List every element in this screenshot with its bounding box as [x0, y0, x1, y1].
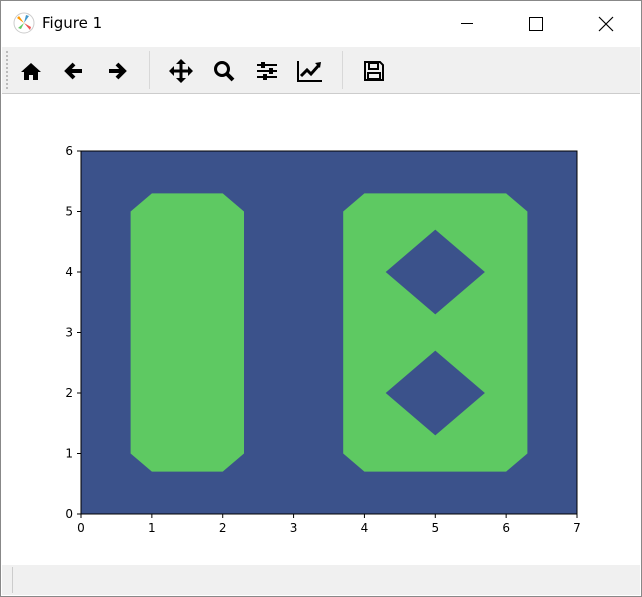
zoom-button[interactable]	[210, 57, 238, 85]
y-tick-label: 6	[65, 144, 73, 158]
x-tick-label: 4	[361, 521, 369, 535]
y-tick-label: 0	[65, 507, 73, 521]
home-button[interactable]	[17, 57, 45, 85]
status-bar	[2, 565, 640, 595]
configure-subplots-button[interactable]	[253, 57, 281, 85]
configure-subplots-icon	[257, 62, 277, 80]
x-tick-label: 2	[219, 521, 227, 535]
contour-region	[130, 193, 244, 472]
y-tick-label: 3	[65, 326, 73, 340]
window-title: Figure 1	[42, 14, 103, 32]
minimize-button[interactable]	[444, 9, 490, 39]
zoom-icon	[214, 61, 235, 82]
maximize-button[interactable]	[513, 9, 559, 39]
close-button[interactable]	[583, 9, 629, 39]
y-tick-label: 4	[65, 265, 73, 279]
save-icon	[364, 61, 384, 81]
navigation-toolbar	[2, 47, 640, 94]
toolbar-separator	[342, 51, 343, 89]
title-bar: Figure 1	[1, 1, 641, 47]
matplotlib-logo-icon	[13, 12, 35, 34]
toolbar-separator	[149, 51, 150, 89]
pan-button[interactable]	[167, 57, 195, 85]
pan-icon	[169, 59, 193, 83]
x-tick-label: 5	[431, 521, 439, 535]
save-button[interactable]	[360, 57, 388, 85]
y-tick-label: 1	[65, 447, 73, 461]
figure-window: Figure 1 0 1 2 3 4 5 6 7 0 1 2 3 4 5 6	[0, 0, 642, 597]
x-tick-label: 7	[573, 521, 581, 535]
y-tick-label: 2	[65, 386, 73, 400]
x-tick-label: 0	[77, 521, 85, 535]
back-button[interactable]	[60, 57, 88, 85]
forward-icon	[109, 62, 127, 80]
edit-axes-button[interactable]	[296, 57, 324, 85]
back-icon	[64, 62, 82, 80]
edit-axes-icon	[297, 61, 322, 82]
x-tick-label: 3	[290, 521, 298, 535]
toolbar-grip[interactable]	[6, 51, 10, 89]
x-tick-label: 6	[502, 521, 510, 535]
x-tick-label: 1	[148, 521, 156, 535]
forward-button[interactable]	[103, 57, 131, 85]
home-icon	[21, 63, 41, 80]
plot-canvas[interactable]: 0 1 2 3 4 5 6 7 0 1 2 3 4 5 6	[1, 94, 641, 564]
y-tick-label: 5	[65, 205, 73, 219]
